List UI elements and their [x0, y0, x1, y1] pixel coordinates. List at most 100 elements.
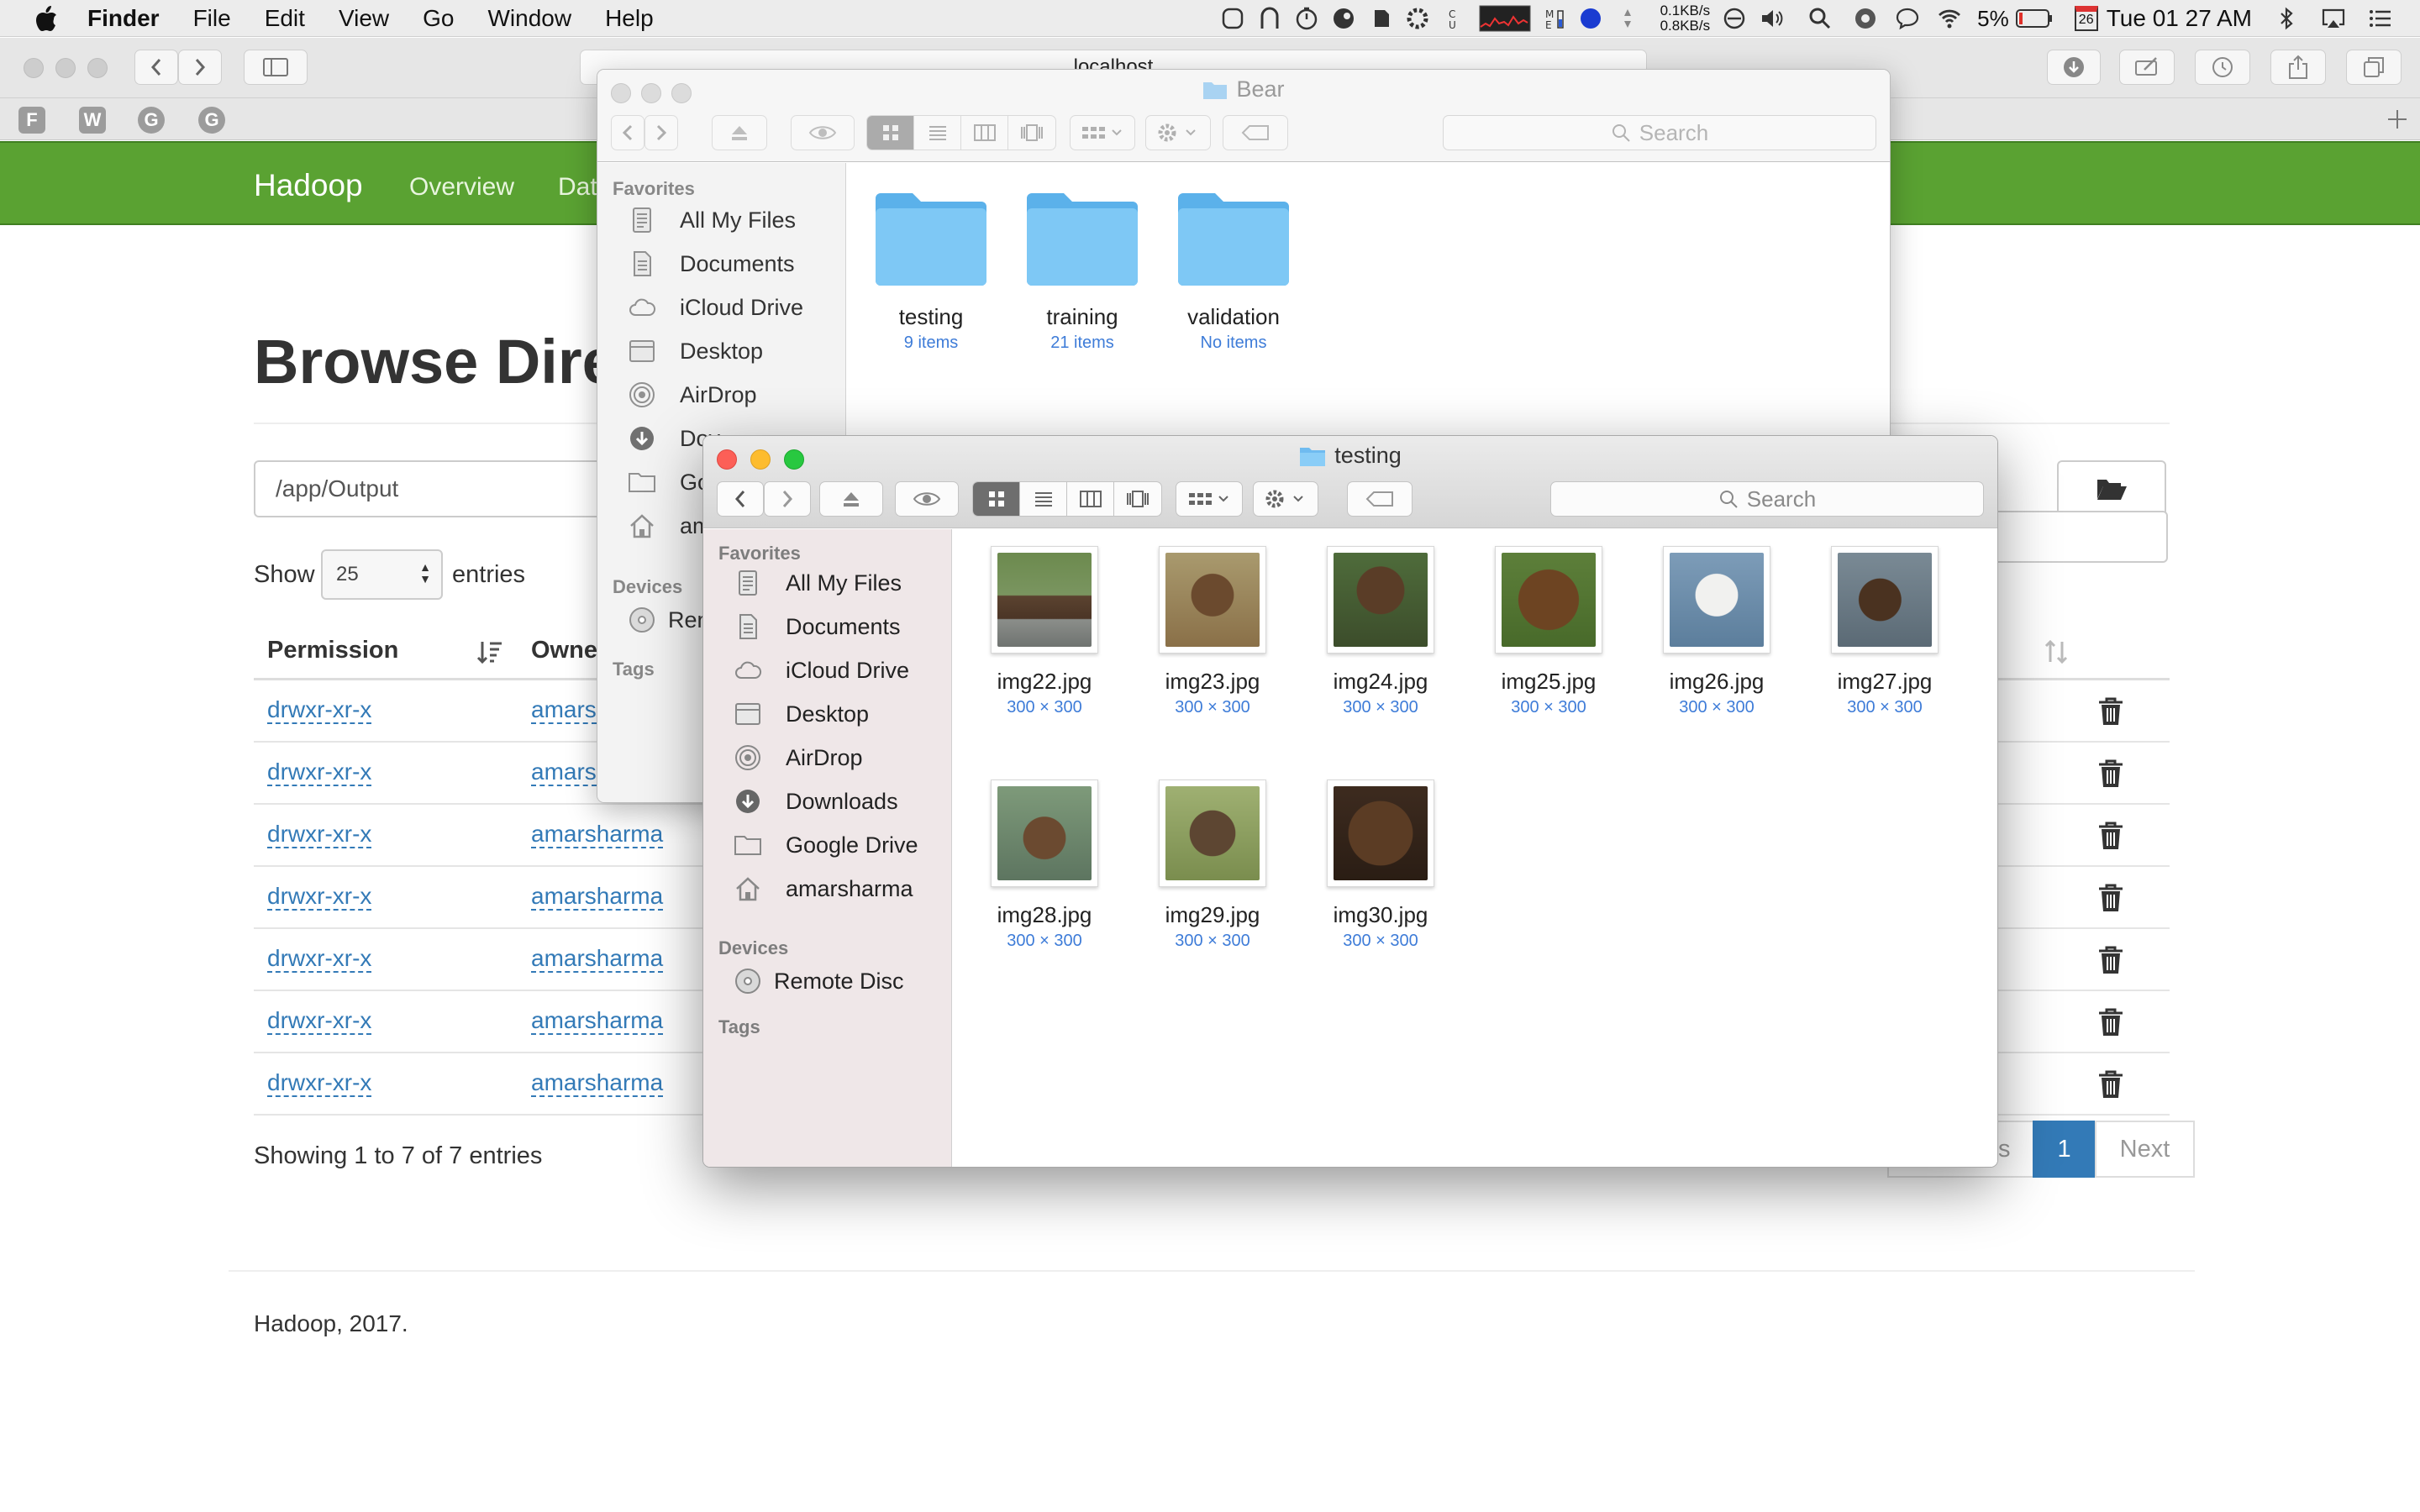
sidebar-item-icloud-drive[interactable]: iCloud Drive: [734, 654, 909, 687]
owner-cell[interactable]: amars: [531, 697, 597, 724]
bear-eject-button[interactable]: [712, 115, 767, 150]
sidebar-item-remote-disc[interactable]: Remote Disc: [734, 964, 904, 998]
sort-both-icon[interactable]: [2044, 638, 2069, 665]
owner-cell[interactable]: amarsharma: [531, 884, 664, 911]
list-view-icon[interactable]: [914, 116, 961, 150]
safari-close-button[interactable]: [24, 58, 44, 78]
menu-edit[interactable]: Edit: [265, 5, 305, 32]
file-item[interactable]: img24.jpg 300 × 300: [1309, 546, 1452, 717]
permission-cell[interactable]: drwxr-xr-x: [267, 1070, 372, 1097]
icon-view-icon[interactable]: [867, 116, 914, 150]
cover-flow-icon[interactable]: [1114, 482, 1161, 516]
bookmark-github-2-icon[interactable]: G: [198, 107, 225, 134]
new-tab-plus-icon[interactable]: [2386, 108, 2408, 130]
sidebar-item-airdrop[interactable]: AirDrop: [628, 378, 757, 412]
bear-tag-button[interactable]: [1223, 115, 1288, 150]
go-directory-button[interactable]: [2057, 460, 2166, 517]
bear-back-button[interactable]: [611, 115, 644, 150]
file-item[interactable]: img30.jpg 300 × 300: [1309, 780, 1452, 951]
sidebar-item-desktop[interactable]: Desktop: [734, 697, 869, 731]
sidebar-item-all-my-files[interactable]: All My Files: [734, 566, 902, 600]
sidebar-item-remote-disc[interactable]: Ren: [628, 603, 710, 637]
downloads-button[interactable]: [2047, 50, 2101, 85]
sidebar-item-documents[interactable]: Documents: [628, 247, 795, 281]
testing-arrange-button[interactable]: [1176, 481, 1243, 517]
trash-icon[interactable]: [2096, 944, 2126, 976]
evernote-icon[interactable]: [1368, 6, 1393, 31]
cpu-graph-icon[interactable]: [1479, 5, 1531, 32]
clock[interactable]: Tue 01 27 AM: [2107, 5, 2252, 32]
bookmark-facebook-icon[interactable]: F: [18, 107, 45, 134]
file-item[interactable]: img23.jpg 300 × 300: [1141, 546, 1284, 717]
nav-datanodes[interactable]: Dat: [558, 173, 597, 202]
menu-app-finder[interactable]: Finder: [87, 5, 160, 32]
pagination-next[interactable]: Next: [2094, 1121, 2196, 1178]
entries-per-page-select[interactable]: 25 ▲ ▼: [321, 549, 443, 600]
memory-icon[interactable]: ME: [1541, 6, 1566, 31]
folder-item[interactable]: training 21 items: [1015, 190, 1150, 353]
file-item[interactable]: img25.jpg 300 × 300: [1477, 546, 1620, 717]
navbar-brand[interactable]: Hadoop: [254, 168, 363, 203]
testing-forward-button[interactable]: [764, 481, 811, 517]
cover-flow-icon[interactable]: [1008, 116, 1055, 150]
nav-overview[interactable]: Overview: [409, 173, 514, 202]
permission-cell[interactable]: drwxr-xr-x: [267, 884, 372, 911]
permission-cell[interactable]: drwxr-xr-x: [267, 1008, 372, 1035]
sidebar-item-home[interactable]: amarsharma: [734, 872, 913, 906]
safari-back-button[interactable]: [134, 50, 178, 85]
sidebar-item-documents[interactable]: Documents: [734, 610, 901, 643]
safari-minimize-button[interactable]: [55, 58, 76, 78]
safari-zoom-button[interactable]: [87, 58, 108, 78]
testing-eject-button[interactable]: [819, 481, 883, 517]
menu-view[interactable]: View: [339, 5, 389, 32]
trash-icon[interactable]: [2096, 820, 2126, 852]
menu-file[interactable]: File: [193, 5, 231, 32]
permission-cell[interactable]: drwxr-xr-x: [267, 759, 372, 786]
trash-icon[interactable]: [2096, 758, 2126, 790]
menu-help[interactable]: Help: [605, 5, 654, 32]
airplay-icon[interactable]: [2321, 6, 2346, 31]
sidebar-item-airdrop[interactable]: AirDrop: [734, 741, 863, 774]
apple-menu-icon[interactable]: [34, 4, 59, 33]
file-item[interactable]: img26.jpg 300 × 300: [1645, 546, 1788, 717]
sort-desc-icon[interactable]: [476, 640, 504, 665]
icon-view-icon[interactable]: [973, 482, 1020, 516]
sidebar-item-icloud-drive[interactable]: iCloud Drive: [628, 291, 803, 324]
file-item[interactable]: img27.jpg 300 × 300: [1813, 546, 1956, 717]
spotlight-search-icon[interactable]: [1807, 6, 1833, 31]
testing-view-switcher[interactable]: [972, 481, 1162, 517]
trash-icon[interactable]: [2096, 1006, 2126, 1038]
column-header-permission[interactable]: Permission: [267, 637, 398, 664]
bear-quicklook-button[interactable]: [791, 115, 855, 150]
gear-status-icon[interactable]: [1405, 6, 1430, 31]
folder-item[interactable]: testing 9 items: [864, 190, 998, 353]
timer-icon[interactable]: [1294, 6, 1319, 31]
steam-icon[interactable]: [1331, 6, 1356, 31]
permission-cell[interactable]: drwxr-xr-x: [267, 697, 372, 724]
chrome-icon[interactable]: [1853, 6, 1878, 31]
notification-center-icon[interactable]: [2368, 6, 2393, 31]
sidebar-item-all-my-files[interactable]: All My Files: [628, 203, 796, 237]
history-button[interactable]: [2195, 50, 2250, 85]
cpu-icon[interactable]: CU: [1442, 6, 1467, 31]
bear-action-button[interactable]: [1145, 115, 1211, 150]
sidebar-item-google-drive[interactable]: Google Drive: [734, 828, 918, 862]
temperature-icon[interactable]: [1615, 6, 1640, 31]
owner-cell[interactable]: amarsharma: [531, 1008, 664, 1035]
bluetooth-icon[interactable]: [2274, 6, 2299, 31]
testing-search-field[interactable]: Search: [1550, 481, 1984, 517]
volume-icon[interactable]: [1759, 6, 1784, 31]
bear-arrange-button[interactable]: [1070, 115, 1135, 150]
testing-action-button[interactable]: [1253, 481, 1318, 517]
folder-item[interactable]: validation No items: [1166, 190, 1301, 353]
menu-go[interactable]: Go: [423, 5, 454, 32]
permission-cell[interactable]: drwxr-xr-x: [267, 822, 372, 848]
column-view-icon[interactable]: [1067, 482, 1114, 516]
bear-view-switcher[interactable]: [866, 115, 1056, 150]
menu-window[interactable]: Window: [487, 5, 571, 32]
bear-forward-button[interactable]: [644, 115, 678, 150]
sidebar-item-desktop[interactable]: Desktop: [628, 334, 763, 368]
testing-tag-button[interactable]: [1347, 481, 1413, 517]
pagination-page-1[interactable]: 1: [2032, 1121, 2096, 1178]
column-header-owner[interactable]: Owne: [531, 637, 597, 664]
